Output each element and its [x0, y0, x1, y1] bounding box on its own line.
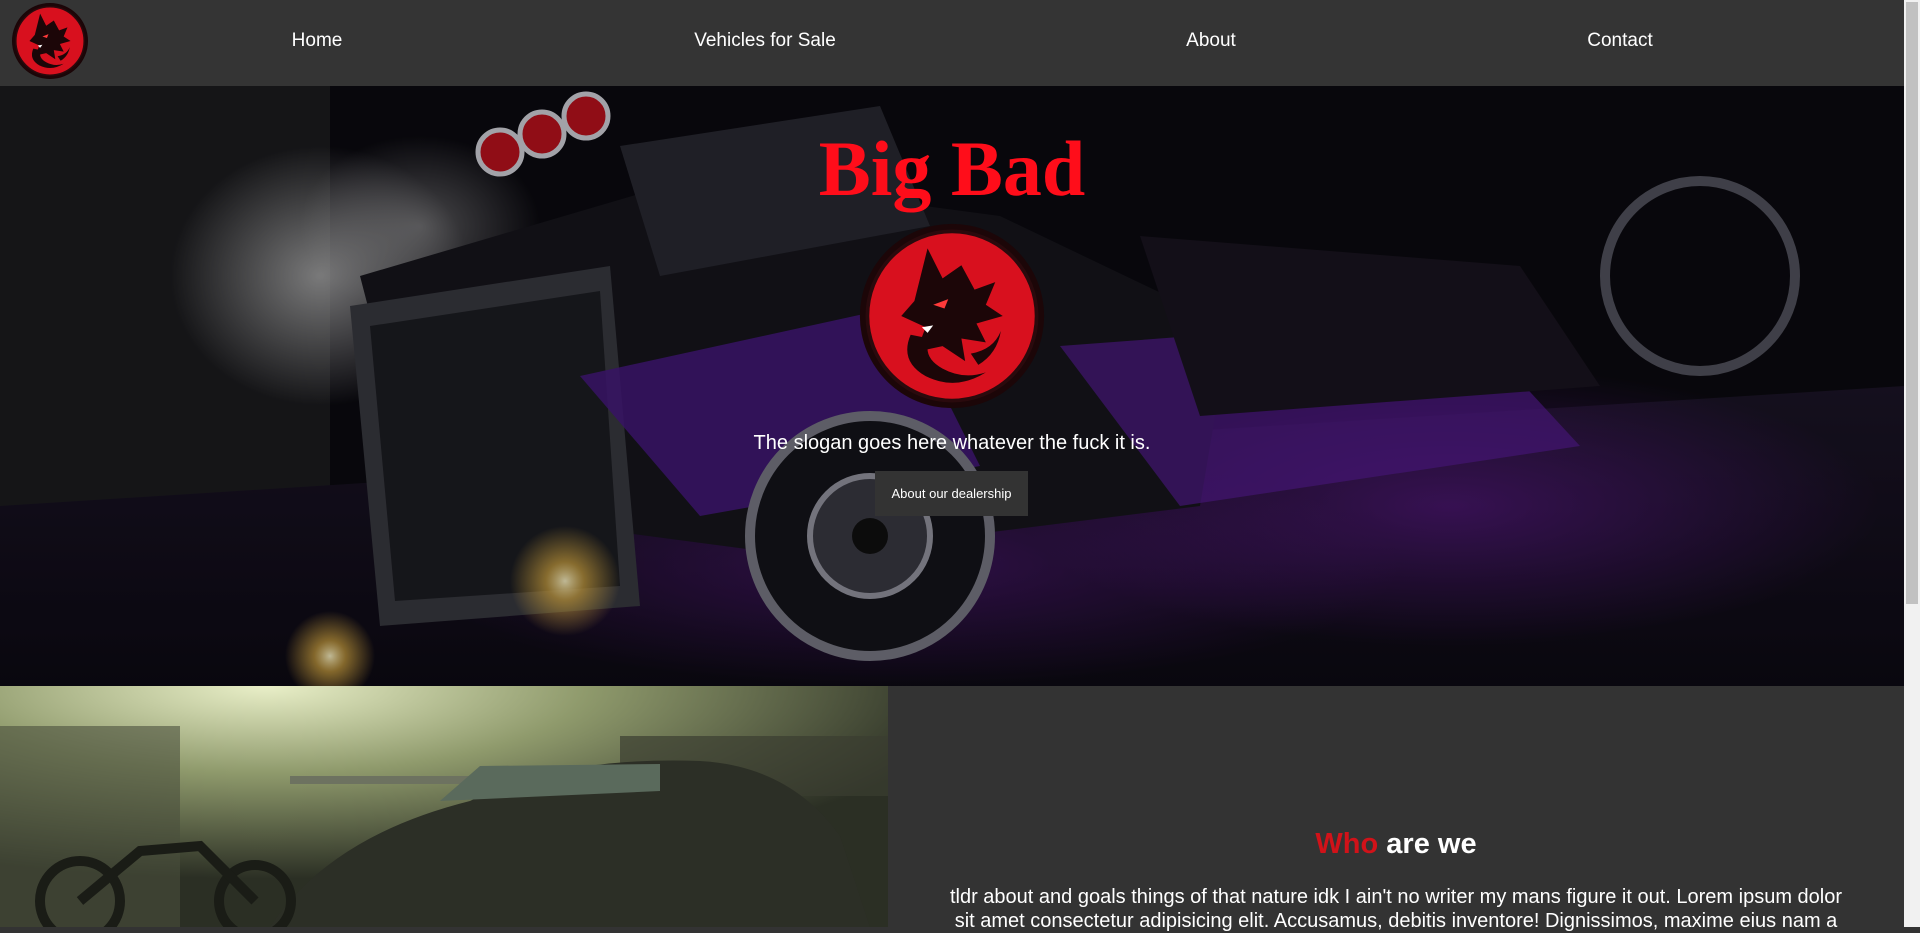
about-content: Who are we tldr about and goals things o…	[888, 686, 1904, 932]
about-dealership-button[interactable]: About our dealership	[875, 471, 1028, 516]
scrollbar-thumb[interactable]	[1906, 2, 1918, 604]
hero-slogan: The slogan goes here whatever the fuck i…	[753, 432, 1151, 454]
hero-section: Big Bad The slogan goes here whatever th…	[0, 86, 1904, 686]
about-section: Who are we tldr about and goals things o…	[0, 686, 1904, 932]
nav-link-home[interactable]: Home	[292, 30, 343, 52]
page-scrollbar[interactable]	[1904, 0, 1920, 927]
about-paragraph: tldr about and goals things of that natu…	[949, 886, 1843, 932]
nav-link-vehicles-for-sale[interactable]: Vehicles for Sale	[694, 30, 836, 52]
nav-link-contact[interactable]: Contact	[1587, 30, 1652, 52]
about-heading: Who are we	[888, 828, 1904, 861]
garage-image	[0, 686, 888, 927]
nav-link-about[interactable]: About	[1186, 30, 1236, 52]
garage-photo	[0, 686, 888, 927]
top-navbar: Home Vehicles for Sale About Contact	[0, 0, 1904, 86]
about-heading-rest: are we	[1386, 828, 1477, 860]
about-heading-accent: Who	[1315, 828, 1379, 860]
hero-title: Big Bad	[818, 125, 1086, 212]
wolf-logo-icon[interactable]	[12, 3, 88, 79]
wolf-emblem-icon	[858, 222, 1046, 410]
